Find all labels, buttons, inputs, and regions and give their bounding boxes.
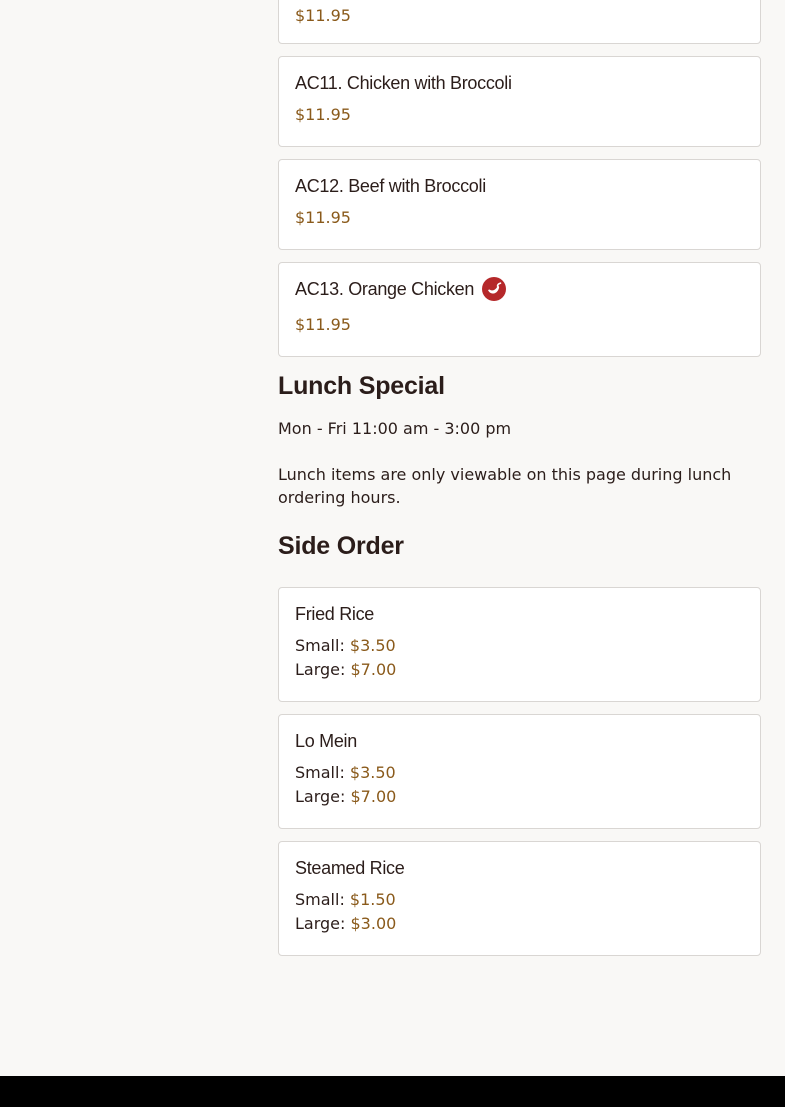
item-price: $11.95 xyxy=(295,6,351,25)
item-price: $11.95 xyxy=(295,315,351,334)
footer-bar xyxy=(0,1076,785,1107)
menu-item-card[interactable]: AC13. Orange Chicken $11.95 xyxy=(278,262,761,357)
size-options: Small: $3.50 Large: $7.00 xyxy=(295,634,744,682)
side-order-list: Fried Rice Small: $3.50 Large: $7.00 Lo … xyxy=(278,587,761,956)
lunch-note: Lunch items are only viewable on this pa… xyxy=(278,465,732,507)
menu-item-card[interactable]: AC11. Chicken with Broccoli $11.95 xyxy=(278,56,761,147)
side-item-title: Lo Mein xyxy=(295,730,357,751)
small-size-option: Small: $3.50 xyxy=(295,634,744,658)
item-title: AC11. Chicken with Broccoli xyxy=(295,72,512,93)
size-price: $1.50 xyxy=(349,890,396,909)
item-title-row: AC13. Orange Chicken xyxy=(295,276,744,302)
size-price: $7.00 xyxy=(350,787,397,806)
menu-item-card[interactable]: AC12. Beef with Broccoli $11.95 xyxy=(278,159,761,250)
item-title: AC13. Orange Chicken xyxy=(295,278,475,299)
item-title: AC12. Beef with Broccoli xyxy=(295,175,486,196)
large-size-option: Large: $7.00 xyxy=(295,658,744,682)
size-price: $3.00 xyxy=(350,914,397,933)
side-order-heading: Side Order xyxy=(278,532,404,560)
size-price: $3.50 xyxy=(349,763,396,782)
item-price: $11.95 xyxy=(295,208,351,227)
menu-content: $11.95 AC11. Chicken with Broccoli $11.9… xyxy=(278,0,761,956)
small-size-option: Small: $1.50 xyxy=(295,888,744,912)
item-price: $11.95 xyxy=(295,105,351,124)
size-price: $3.50 xyxy=(349,636,396,655)
menu-page: $11.95 AC11. Chicken with Broccoli $11.9… xyxy=(0,0,785,1107)
menu-item-card[interactable]: $11.95 xyxy=(278,0,761,44)
size-options: Small: $1.50 Large: $3.00 xyxy=(295,888,744,936)
size-options: Small: $3.50 Large: $7.00 xyxy=(295,761,744,809)
size-label: Small: xyxy=(295,763,345,782)
chili-pepper-icon xyxy=(482,277,507,301)
side-item-title: Steamed Rice xyxy=(295,857,405,878)
large-size-option: Large: $3.00 xyxy=(295,912,744,936)
side-item-title: Fried Rice xyxy=(295,603,375,624)
side-item-card[interactable]: Fried Rice Small: $3.50 Large: $7.00 xyxy=(278,587,761,702)
size-price: $7.00 xyxy=(350,660,397,679)
lunch-special-heading: Lunch Special xyxy=(278,372,445,400)
side-item-card[interactable]: Lo Mein Small: $3.50 Large: $7.00 xyxy=(278,714,761,829)
size-label: Small: xyxy=(295,890,345,909)
large-size-option: Large: $7.00 xyxy=(295,785,744,809)
size-label: Small: xyxy=(295,636,345,655)
lunch-hours: Mon - Fri 11:00 am - 3:00 pm xyxy=(278,419,512,438)
size-label: Large: xyxy=(295,787,346,806)
small-size-option: Small: $3.50 xyxy=(295,761,744,785)
size-label: Large: xyxy=(295,914,346,933)
side-item-card[interactable]: Steamed Rice Small: $1.50 Large: $3.00 xyxy=(278,841,761,956)
size-label: Large: xyxy=(295,660,346,679)
